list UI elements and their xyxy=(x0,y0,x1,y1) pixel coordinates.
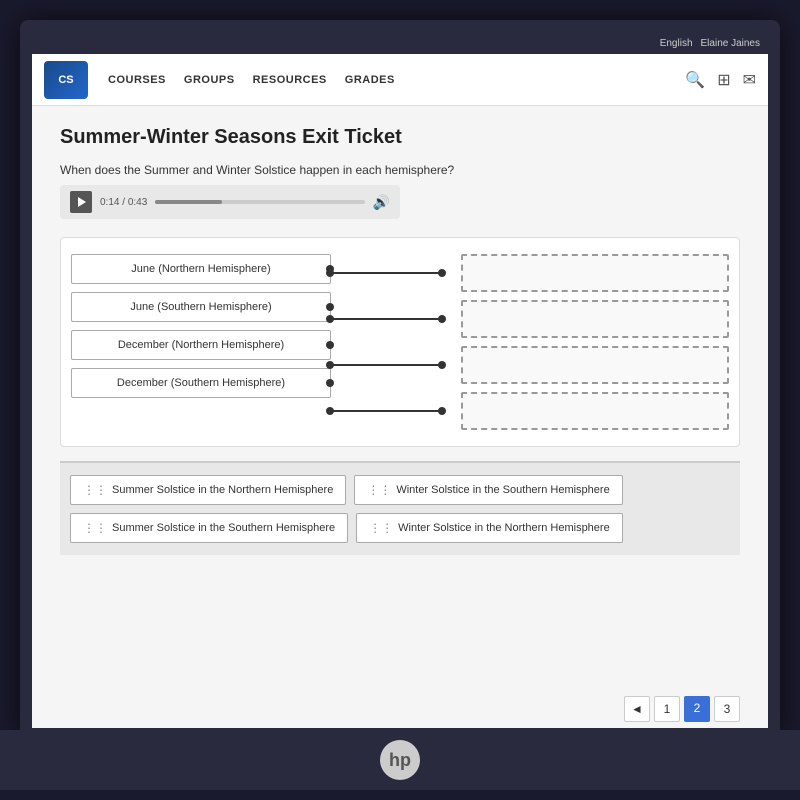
drop-zone-4[interactable] xyxy=(461,392,729,430)
grid-icon[interactable]: ⊞ xyxy=(717,70,730,90)
match-right-column xyxy=(461,254,729,430)
drag-item-3[interactable]: ⋮⋮ Summer Solstice in the Southern Hemis… xyxy=(70,513,348,543)
user-name: Elaine Jaines xyxy=(701,38,760,49)
nav-icons: 🔍 ⊞ ✉ xyxy=(685,70,756,90)
nav-grades[interactable]: GRADES xyxy=(345,74,395,86)
drop-zone-2[interactable] xyxy=(461,300,729,338)
prev-page-button[interactable]: ◄ xyxy=(624,696,650,722)
page-1-button[interactable]: 1 xyxy=(654,696,680,722)
drop-zone-1[interactable] xyxy=(461,254,729,292)
match-item-4[interactable]: December (Southern Hemisphere) xyxy=(71,368,331,398)
page-2-button[interactable]: 2 xyxy=(684,696,710,722)
match-dot-3 xyxy=(326,341,334,349)
drag-item-4[interactable]: ⋮⋮ Winter Solstice in the Northern Hemis… xyxy=(356,513,623,543)
match-dot-1 xyxy=(326,265,334,273)
audio-progress xyxy=(155,200,222,204)
messages-icon[interactable]: ✉ xyxy=(743,70,756,90)
page-title: Summer-Winter Seasons Exit Ticket xyxy=(60,126,740,149)
nav-resources[interactable]: RESOURCES xyxy=(253,74,327,86)
language-selector[interactable]: English xyxy=(660,38,693,49)
nav-logo: CS xyxy=(44,61,88,99)
audio-track[interactable] xyxy=(155,200,364,204)
laptop-bottom: hp xyxy=(0,730,800,790)
audio-time: 0:14 / 0:43 xyxy=(100,197,147,208)
nav-courses[interactable]: COURSES xyxy=(108,74,166,86)
audio-player: 0:14 / 0:43 🔊 xyxy=(60,185,400,219)
drag-item-2[interactable]: ⋮⋮ Winter Solstice in the Southern Hemis… xyxy=(354,475,622,505)
match-item-3[interactable]: December (Northern Hemisphere) xyxy=(71,330,331,360)
match-item-1[interactable]: June (Northern Hemisphere) xyxy=(71,254,331,284)
match-container: June (Northern Hemisphere) June (Souther… xyxy=(60,237,740,447)
play-button[interactable] xyxy=(70,191,92,213)
nav-links: COURSES GROUPS RESOURCES GRADES xyxy=(108,74,665,86)
drag-handle-2: ⋮⋮ xyxy=(367,483,391,497)
nav-groups[interactable]: GROUPS xyxy=(184,74,235,86)
question-text: When does the Summer and Winter Solstice… xyxy=(60,163,740,177)
nav-bar: CS COURSES GROUPS RESOURCES GRADES 🔍 ⊞ ✉ xyxy=(32,54,768,106)
match-item-2[interactable]: June (Southern Hemisphere) xyxy=(71,292,331,322)
pagination: ◄ 1 2 3 xyxy=(32,686,768,732)
drop-zone-3[interactable] xyxy=(461,346,729,384)
match-dot-2 xyxy=(326,303,334,311)
match-lines-svg xyxy=(326,254,446,434)
drag-item-1[interactable]: ⋮⋮ Summer Solstice in the Northern Hemis… xyxy=(70,475,346,505)
top-bar: English Elaine Jaines xyxy=(32,32,768,54)
page-3-button[interactable]: 3 xyxy=(714,696,740,722)
match-left-column: June (Northern Hemisphere) June (Souther… xyxy=(71,254,331,430)
drag-handle-4: ⋮⋮ xyxy=(369,521,393,535)
match-dot-4 xyxy=(326,379,334,387)
hp-logo: hp xyxy=(380,740,420,780)
drag-handle-1: ⋮⋮ xyxy=(83,483,107,497)
search-icon[interactable]: 🔍 xyxy=(685,70,705,90)
drag-bank: ⋮⋮ Summer Solstice in the Northern Hemis… xyxy=(60,461,740,555)
drag-handle-3: ⋮⋮ xyxy=(83,521,107,535)
content-area: Summer-Winter Seasons Exit Ticket When d… xyxy=(32,106,768,686)
volume-icon[interactable]: 🔊 xyxy=(373,194,390,211)
